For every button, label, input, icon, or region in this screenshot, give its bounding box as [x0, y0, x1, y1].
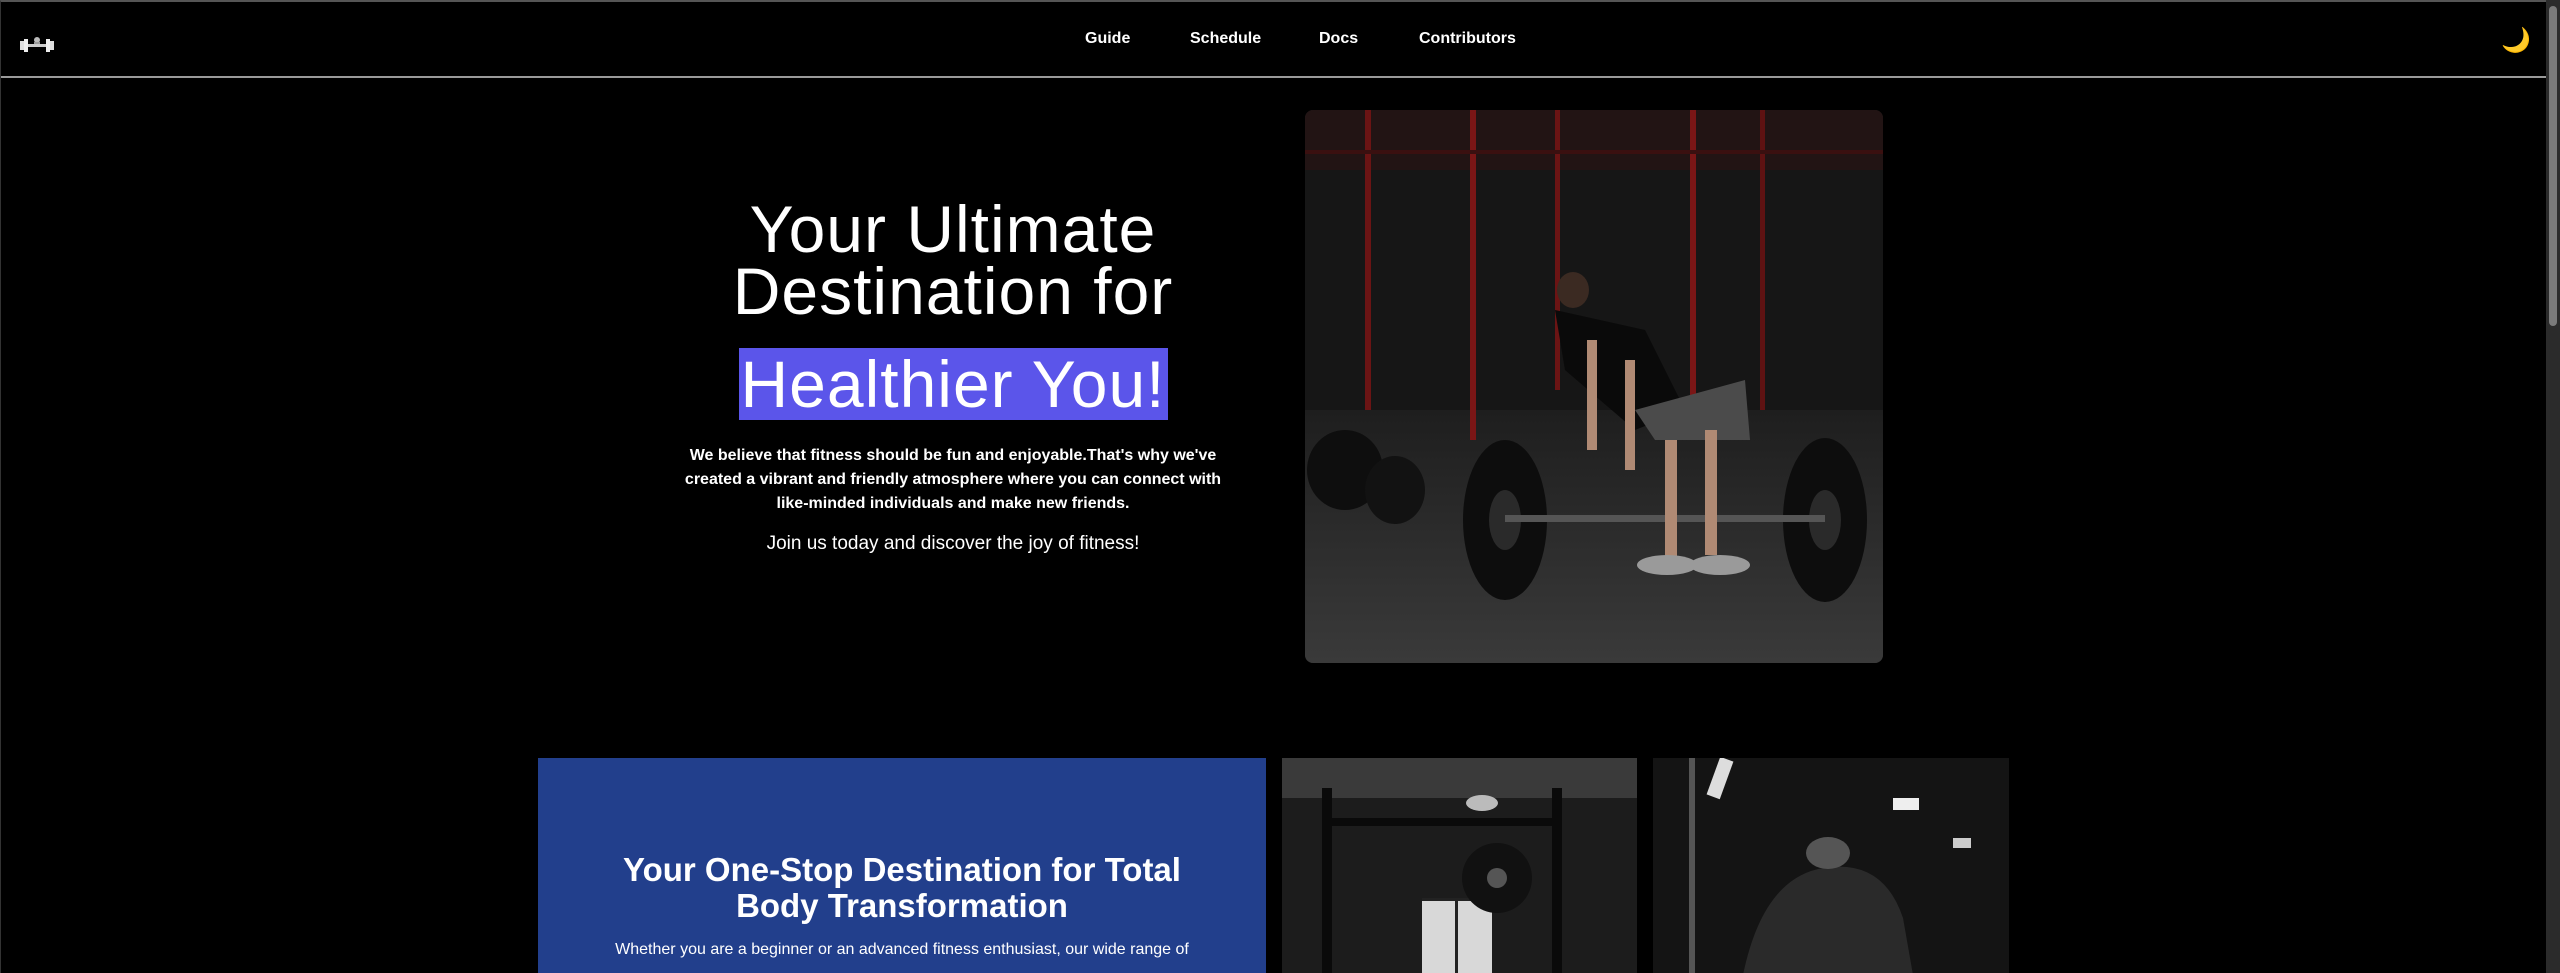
hero-description: We believe that fitness should be fun an…	[684, 447, 1222, 512]
browser-viewport: Guide Schedule Docs Contributors 🌙 Your …	[0, 0, 2547, 973]
promo-card: Your One-Stop Destination for Total Body…	[538, 758, 1266, 973]
promo-text: Whether you are a beginner or an advance…	[615, 941, 1189, 958]
hero-text-block: Your Ultimate Destination for Healthier …	[661, 192, 1245, 556]
athlete-portrait-photo	[1653, 758, 2009, 973]
hero-highlight-wrap: Healthier You!	[661, 348, 1245, 420]
nav-link-docs[interactable]: Docs	[1319, 30, 1358, 48]
hero-join-text: Join us today and discover the joy of fi…	[766, 533, 1140, 554]
scrollbar-thumb[interactable]	[2549, 6, 2557, 326]
moon-icon[interactable]: 🌙	[2501, 26, 2531, 56]
top-navigation-bar: Guide Schedule Docs Contributors 🌙	[1, 2, 2547, 78]
gym-equipment-photo	[1282, 758, 1637, 973]
page-scrollbar[interactable]	[2546, 0, 2560, 973]
hero-deadlift-photo	[1305, 110, 1883, 663]
hero-title: Your Ultimate Destination for	[732, 192, 1174, 328]
promo-title: Your One-Stop Destination for Total Body…	[623, 851, 1181, 924]
nav-link-contributors[interactable]: Contributors	[1419, 30, 1516, 48]
hero-highlight: Healthier You!	[738, 347, 1168, 421]
nav-link-guide[interactable]: Guide	[1085, 30, 1130, 48]
nav-link-schedule[interactable]: Schedule	[1190, 30, 1261, 48]
main-nav: Guide Schedule Docs Contributors	[1, 30, 2547, 54]
